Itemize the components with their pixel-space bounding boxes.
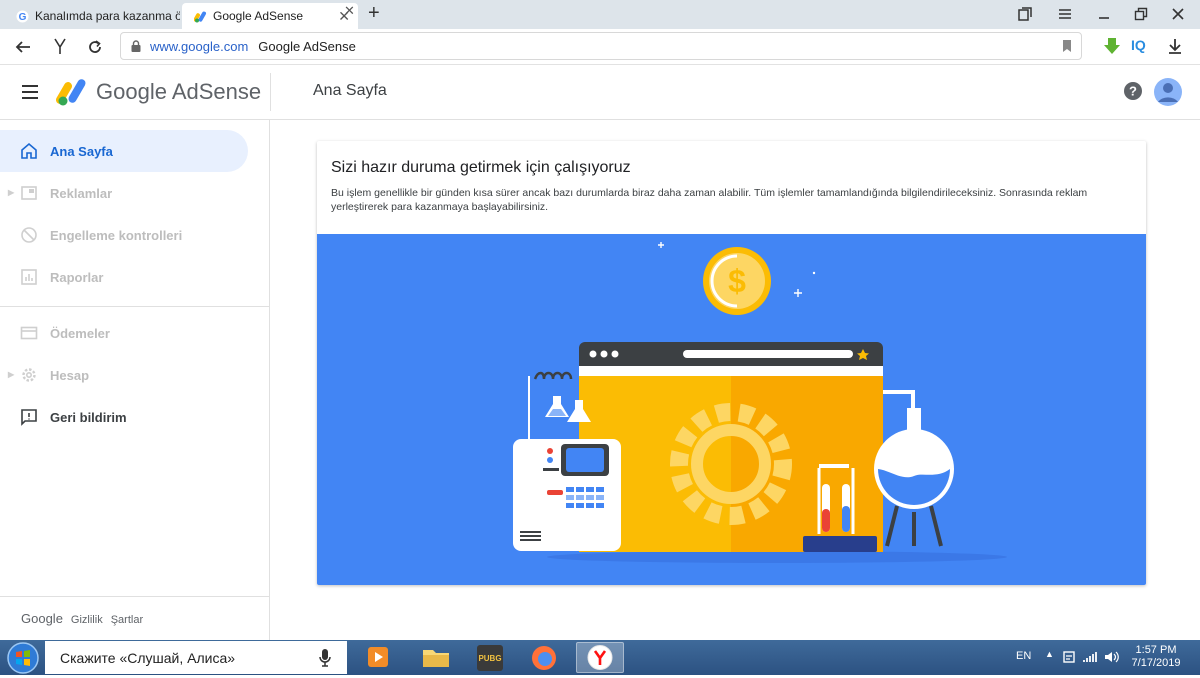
- sidebar-item-label: Ödemeler: [50, 326, 110, 341]
- folder-icon: [423, 650, 449, 667]
- svg-text:PUBG: PUBG: [478, 654, 501, 663]
- address-bar[interactable]: www.google.com Google AdSense: [120, 32, 1082, 60]
- sidebar-item-reports[interactable]: Raporlar: [0, 256, 248, 298]
- url-domain: www.google.com: [150, 38, 249, 54]
- sidebar-item-payments[interactable]: Ödemeler: [0, 312, 248, 354]
- page-title: Ana Sayfa: [313, 82, 387, 99]
- microphone-icon[interactable]: [319, 648, 331, 668]
- sidebar-item-blocking-controls[interactable]: Engelleme kontrolleri: [0, 214, 248, 256]
- yandex-logo-icon[interactable]: [52, 37, 68, 55]
- gear-icon: [22, 368, 36, 382]
- lock-icon[interactable]: [130, 40, 142, 52]
- menu-icon[interactable]: [1057, 6, 1073, 22]
- new-tab-button[interactable]: +: [368, 2, 380, 25]
- sidebar-footer: Google Gizlilik Şartlar: [21, 611, 143, 626]
- sidebar-item-home[interactable]: Ana Sayfa: [0, 130, 248, 172]
- os-taskbar: Скажите «Слушай, Алиса» PUBG EN ▲ 1:57 P…: [0, 640, 1200, 675]
- footer-privacy-link[interactable]: Gizlilik: [71, 614, 103, 626]
- hamburger-menu-icon[interactable]: [21, 84, 39, 100]
- sidebar-item-label: Engelleme kontrolleri: [50, 228, 183, 243]
- file-explorer-app-icon[interactable]: [412, 642, 460, 673]
- firefox-icon: [532, 646, 556, 670]
- browser-tab-2[interactable]: Google AdSense ✕: [182, 3, 358, 29]
- reports-icon: [21, 269, 37, 285]
- svg-text:$: $: [728, 263, 746, 299]
- collections-icon[interactable]: [1017, 6, 1033, 22]
- payments-icon: [20, 326, 38, 340]
- svg-text:?: ?: [1129, 84, 1137, 99]
- sidebar-item-label: Hesap: [50, 368, 90, 383]
- url-page-title: Google AdSense: [258, 38, 356, 54]
- header-divider: [270, 73, 271, 111]
- sidebar-item-feedback[interactable]: Geri bildirim: [0, 396, 248, 438]
- google-g-icon: G: [16, 10, 29, 23]
- footer-terms-link[interactable]: Şartlar: [111, 614, 143, 626]
- setup-illustration: $: [317, 234, 1146, 585]
- yandex-browser-icon: [587, 645, 613, 670]
- alice-search-text: Скажите «Слушай, Алиса»: [60, 650, 236, 666]
- card-title: Sizi hazır duruma getirmek için çalışıyo…: [331, 159, 631, 176]
- app-header: Google AdSense Ana Sayfa ?: [0, 65, 1200, 120]
- signal-strength-icon[interactable]: [1082, 650, 1098, 664]
- illustration-graphic: $: [513, 242, 1007, 563]
- card-body: Bu işlem genellikle bir günden kısa süre…: [331, 187, 1088, 213]
- expand-arrow-icon[interactable]: ▶: [8, 188, 14, 197]
- browser-tab-1[interactable]: G Kanalımda para kazanma öz: [4, 3, 180, 29]
- minimize-icon[interactable]: [1096, 6, 1112, 22]
- volume-icon[interactable]: [1103, 650, 1119, 664]
- tab-1-label: Kanalımda para kazanma öz: [35, 9, 180, 23]
- avatar[interactable]: [1153, 77, 1183, 107]
- sidebar-divider: [0, 306, 270, 307]
- close-tab-1-icon[interactable]: ✕: [344, 3, 355, 19]
- adsense-logo-icon: [194, 11, 206, 22]
- browser-tab-strip: G Kanalımda para kazanma öz Google AdSen…: [0, 0, 1200, 29]
- media-player-app-icon[interactable]: [354, 642, 402, 673]
- sidebar-item-label: Reklamlar: [50, 186, 113, 201]
- adsense-logo-icon: [56, 79, 86, 106]
- windows-start-button[interactable]: [3, 641, 43, 674]
- firefox-app-icon[interactable]: [520, 642, 568, 673]
- block-icon: [21, 227, 37, 243]
- media-player-icon: [368, 647, 388, 667]
- action-center-icon[interactable]: [1062, 650, 1076, 664]
- tab-2-label: Google AdSense: [213, 9, 304, 23]
- iq-extension-icon[interactable]: IQ: [1131, 37, 1146, 53]
- close-window-icon[interactable]: [1170, 6, 1186, 22]
- keyboard-language[interactable]: EN: [1016, 650, 1031, 662]
- yandex-browser-app-icon[interactable]: [576, 642, 624, 673]
- downloads-icon[interactable]: [1166, 37, 1184, 55]
- alice-search-box[interactable]: Скажите «Слушай, Алиса»: [45, 641, 347, 674]
- status-card: Sizi hazır duruma getirmek için çalışıyo…: [317, 141, 1146, 585]
- expand-arrow-icon[interactable]: ▶: [8, 370, 14, 379]
- system-clock[interactable]: 1:57 PM 7/17/2019: [1124, 644, 1188, 670]
- footer-google-logo: Google: [21, 611, 63, 626]
- sidebar-footer-divider: [0, 596, 270, 597]
- bookmark-icon[interactable]: [1061, 39, 1073, 53]
- tray-expand-icon[interactable]: ▲: [1045, 649, 1054, 659]
- pubg-app-icon[interactable]: PUBG: [466, 642, 514, 673]
- back-arrow-icon[interactable]: [14, 38, 32, 56]
- help-icon[interactable]: ?: [1123, 81, 1143, 101]
- pubg-icon: PUBG: [477, 645, 503, 671]
- reload-icon[interactable]: [86, 38, 104, 56]
- sidebar-item-label: Geri bildirim: [50, 410, 127, 425]
- clock-time: 1:57 PM: [1135, 644, 1177, 656]
- svg-text:G: G: [19, 12, 27, 23]
- sidebar-item-label: Ana Sayfa: [50, 144, 113, 159]
- feedback-icon: [21, 409, 37, 426]
- brand-name: Google AdSense: [96, 79, 262, 104]
- sidebar-item-ads[interactable]: ▶ Reklamlar: [0, 172, 248, 214]
- sidebar-item-label: Raporlar: [50, 270, 104, 285]
- ads-icon: [21, 186, 37, 200]
- restore-icon[interactable]: [1133, 6, 1149, 22]
- home-icon: [21, 142, 37, 159]
- browser-toolbar: www.google.com Google AdSense IQ: [0, 29, 1200, 65]
- download-manager-icon[interactable]: [1103, 37, 1121, 55]
- sidebar: Ana Sayfa ▶ Reklamlar Engelleme kontroll…: [0, 120, 270, 640]
- clock-date: 7/17/2019: [1131, 657, 1181, 669]
- sidebar-item-account[interactable]: ▶ Hesap: [0, 354, 248, 396]
